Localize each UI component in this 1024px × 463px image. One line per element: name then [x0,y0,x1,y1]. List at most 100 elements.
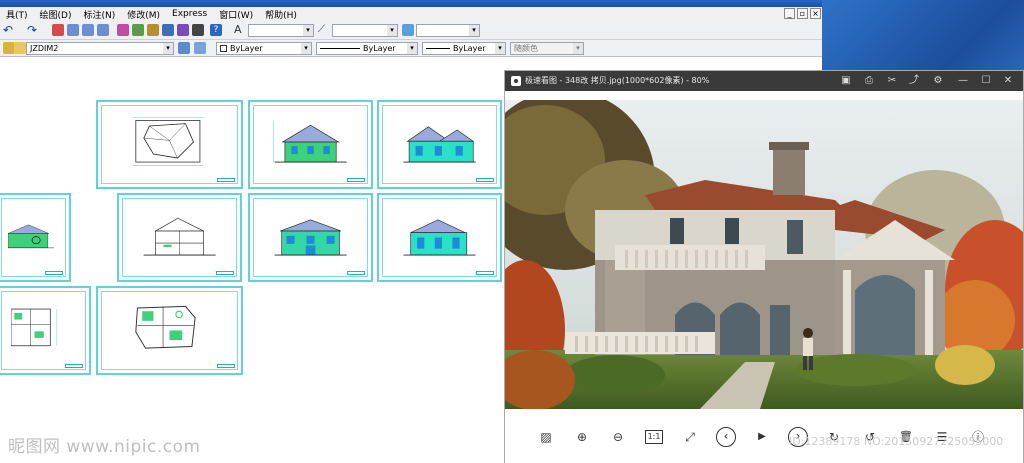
title-block [217,364,235,368]
elevation-drawing [273,120,347,163]
plotstyle-value: 随颜色 [514,44,538,53]
menu-tools[interactable]: 具(T) [0,8,34,21]
villa-rendering-image [505,100,1023,409]
floor-plan-drawing [10,308,57,347]
cad-layers-toolbar: JZDIM2 ▾ ByLayer ▾ ByLayer ▾ ByLayer ▾ 随颜色 ▾ [0,40,822,57]
color-combo[interactable]: ByLayer ▾ [216,42,312,55]
cad-close-button[interactable]: × [810,8,821,19]
linetype-combo[interactable]: ByLayer ▾ [316,42,418,55]
dimstyle-combo[interactable]: JZDIM2 ▾ [26,42,174,55]
table-style-icon[interactable] [402,24,414,36]
title-block [45,271,63,275]
image-viewer-window: 极速看图 - 348改 拷贝.jpg(1000*602像素) - 80% ▣ ⎙… [504,70,1024,463]
cad-minimize-button[interactable]: _ [784,8,795,19]
elevation-drawing [403,126,476,163]
slideshow-icon[interactable]: ▶ [753,428,771,446]
menu-modify[interactable]: 修改(M) [121,8,166,21]
roof-plan-drawing [132,116,204,166]
text-style-combo[interactable]: ▾ [248,24,314,37]
villa-rendering [505,100,1023,409]
fullscreen-icon[interactable]: ⤢ [681,428,699,446]
make-object-layer-icon[interactable] [194,42,206,54]
zoom-in-icon[interactable]: ⊕ [573,428,591,446]
menu-draw[interactable]: 绘图(D) [34,8,78,21]
redo-icon[interactable]: ↷ [27,24,39,36]
viewer-titlebar[interactable]: 极速看图 - 348改 拷贝.jpg(1000*602像素) - 80% ▣ ⎙… [505,71,1023,91]
drawing-sheet-elevation-1[interactable] [248,100,373,189]
drawing-sheet-floor-plan[interactable] [96,286,243,375]
linetype-sample [320,48,360,49]
drawing-sheet-roof-plan[interactable] [96,100,243,189]
viewer-title: 极速看图 - 348改 拷贝.jpg(1000*602像素) - 80% [525,76,710,85]
dimstyle-value: JZDIM2 [30,44,59,53]
cad-restore-button[interactable]: ▫ [797,8,808,19]
watermark-right: ID:12389178 NO:20150927225055000 [789,435,1004,448]
minimize-icon[interactable]: — [956,74,970,88]
menu-window[interactable]: 窗口(W) [213,8,259,21]
print-icon[interactable]: ⎙ [862,74,876,88]
sheet-set-icon[interactable] [162,24,174,36]
drawing-sheet-floor-plan-left[interactable] [0,286,91,375]
text-style-icon[interactable]: A [234,24,246,36]
plotstyle-combo[interactable]: 随颜色 ▾ [510,42,584,55]
dim-style-combo[interactable]: ▾ [332,24,398,37]
cad-standard-toolbar: ↶ ↷ ? A ▾ ⟋ ▾ ▾ [0,21,822,40]
menu-dimension[interactable]: 标注(N) [77,8,121,21]
menu-help[interactable]: 帮助(H) [259,8,303,21]
actual-size-icon[interactable]: 1:1 [645,430,663,444]
title-block [217,178,235,182]
layer-sun-icon[interactable] [14,42,26,54]
linetype-value: ByLayer [363,44,396,53]
zoom-previous-icon[interactable] [97,24,109,36]
properties-icon[interactable] [117,24,129,36]
scissors-icon[interactable]: ✂ [885,74,899,88]
share-icon[interactable]: ⤴ [907,74,921,88]
color-value: ByLayer [230,44,263,53]
color-swatch [220,45,227,52]
section-drawing [143,217,216,256]
tool-palettes-icon[interactable] [147,24,159,36]
drawing-sheet-section-left[interactable] [0,193,71,282]
lineweight-value: ByLayer [453,44,486,53]
cad-menubar: 具(T) 绘图(D) 标注(N) 修改(M) Express 窗口(W) 帮助(… [0,7,822,21]
lineweight-combo[interactable]: ByLayer ▾ [422,42,506,55]
cad-titlebar [0,0,822,7]
zoom-window-icon[interactable] [82,24,94,36]
elevation-drawing [274,219,347,256]
settings-icon[interactable]: ⚙ [931,74,945,88]
menu-express[interactable]: Express [166,9,213,19]
design-center-icon[interactable] [132,24,144,36]
drawing-sheet-elevation-4[interactable] [377,193,502,282]
calculator-icon[interactable] [192,24,204,36]
watermark-left: 昵图网 www.nipic.com [8,437,201,457]
title-block [476,178,494,182]
previous-icon[interactable]: ‹ [716,427,736,447]
title-block [476,271,494,275]
zoom-out-icon[interactable]: ⊖ [609,428,627,446]
table-style-combo[interactable]: ▾ [416,24,480,37]
zoom-realtime-icon[interactable] [67,24,79,36]
markup-icon[interactable] [177,24,189,36]
drawing-sheet-elevation-3[interactable] [248,193,373,282]
title-block [347,271,365,275]
image-icon[interactable]: ▨ [537,428,555,446]
maximize-icon[interactable]: ☐ [979,74,993,88]
layer-previous-icon[interactable] [178,42,190,54]
title-block [347,178,365,182]
elevation-drawing [403,219,476,256]
dim-style-icon[interactable]: ⟋ [318,24,330,36]
pan-icon[interactable] [52,24,64,36]
undo-icon[interactable]: ↶ [3,24,15,36]
save-icon[interactable]: ▣ [839,74,853,88]
section-drawing [7,224,54,248]
title-block [216,271,234,275]
help-icon[interactable]: ? [210,24,222,36]
desktop-background [822,0,1024,70]
title-block [65,364,83,368]
viewer-logo-icon [511,76,521,86]
drawing-sheet-section[interactable] [117,193,242,282]
close-icon[interactable]: ✕ [1001,74,1015,88]
lineweight-sample [426,48,450,49]
drawing-sheet-elevation-2[interactable] [377,100,502,189]
floor-plan-drawing [135,305,196,349]
